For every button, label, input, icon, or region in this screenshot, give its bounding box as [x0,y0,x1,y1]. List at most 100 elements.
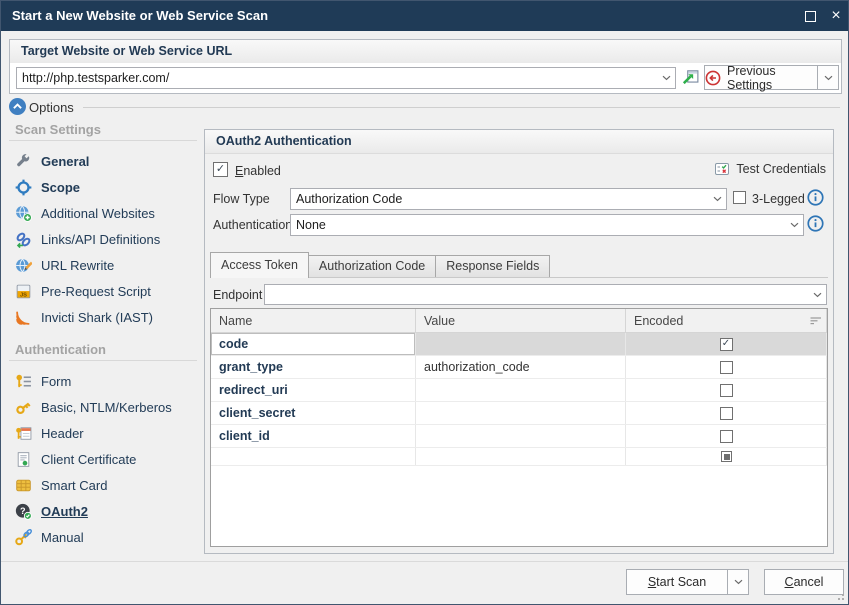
sidebar-item-smart-card[interactable]: Smart Card [9,472,197,498]
table-row-client-id[interactable]: client_id [211,425,827,448]
encoded-checkbox[interactable] [720,407,733,420]
column-header-name[interactable]: Name [211,309,416,332]
window-title: Start a New Website or Web Service Scan [12,8,268,23]
sidebar-item-invicti-shark[interactable]: Invicti Shark (IAST) [9,304,197,330]
param-name[interactable]: client_id [219,429,270,443]
flow-type-value [296,189,706,209]
test-credentials-button[interactable]: Test Credentials [714,161,826,177]
sidebar-item-links-api-definitions[interactable]: Links/API Definitions [9,226,197,252]
tab-response-fields[interactable]: Response Fields [435,255,550,278]
sidebar-item-oauth2[interactable]: ? OAuth2 [9,498,197,524]
start-scan-dropdown[interactable] [727,569,749,595]
sidebar-item-scope[interactable]: Scope [9,174,197,200]
sidebar-section-authentication: Authentication [15,342,106,357]
sidebar-item-basic-ntlm-kerberos[interactable]: Basic, NTLM/Kerberos [9,394,197,420]
encoded-checkbox[interactable] [720,384,733,397]
tab-authorization-code[interactable]: Authorization Code [308,255,436,278]
flow-type-info-icon[interactable] [807,189,824,206]
options-collapse-button[interactable] [9,98,26,115]
sidebar-item-url-rewrite[interactable]: URL Rewrite [9,252,197,278]
test-credentials-icon [714,161,730,177]
table-row-grant-type[interactable]: grant_type authorization_code [211,356,827,379]
param-name[interactable]: client_secret [219,406,295,420]
authentication-label: Authentication: [213,218,296,232]
oauth2-icon: ? [15,503,32,520]
target-url-group: Target Website or Web Service URL [9,39,842,94]
previous-settings-icon [705,70,721,86]
param-name[interactable]: code [219,337,248,351]
enabled-checkbox[interactable] [213,162,228,177]
sort-filter-icon[interactable] [810,317,822,325]
param-name[interactable]: redirect_uri [219,383,288,397]
close-icon: × [831,8,840,24]
column-header-value[interactable]: Value [416,309,626,332]
sidebar-divider [9,360,197,361]
encoded-checkbox[interactable] [720,338,733,351]
certificate-icon [15,451,32,468]
authentication-select[interactable] [290,214,804,236]
key-page-icon [15,425,32,442]
target-url-input[interactable] [22,68,655,88]
encoded-checkbox[interactable] [720,430,733,443]
encoded-checkbox[interactable] [720,361,733,374]
svg-text:JS: JS [20,292,27,298]
resize-grip[interactable] [837,593,845,601]
flow-type-label: Flow Type [213,192,270,206]
endpoint-combo[interactable] [264,284,827,305]
three-legged-checkbox[interactable] [733,191,746,204]
table-row-new[interactable] [211,448,827,466]
close-button[interactable]: × [822,1,849,31]
encoded-checkbox[interactable] [721,451,732,462]
sidebar-item-general[interactable]: General [9,148,197,174]
flow-type-select[interactable] [290,188,727,210]
previous-settings-dropdown[interactable] [817,65,839,90]
chevron-down-icon [734,579,743,585]
endpoint-label: Endpoint [213,288,262,302]
param-name[interactable]: grant_type [219,360,283,374]
table-row-redirect-uri[interactable]: redirect_uri [211,379,827,402]
column-header-encoded[interactable]: Encoded [626,309,827,332]
cancel-label: Cancel [785,575,824,589]
key-chain-icon [15,529,32,546]
shark-waves-icon [15,309,32,326]
sidebar-item-header[interactable]: Header [9,420,197,446]
title-bar: Start a New Website or Web Service Scan … [1,1,848,31]
target-url-combo[interactable] [16,67,676,89]
options-label: Options [29,100,74,115]
scope-target-icon [15,179,32,196]
sidebar-divider [9,140,197,141]
tab-access-token[interactable]: Access Token [210,252,309,278]
globe-pencil-icon [15,257,32,274]
authentication-info-icon[interactable] [807,215,824,232]
oauth2-panel: OAuth2 Authentication Enabled Test Crede… [204,129,834,554]
sidebar-item-pre-request-script[interactable]: JS Pre-Request Script [9,278,197,304]
table-row-client-secret[interactable]: client_secret [211,402,827,425]
target-url-group-header: Target Website or Web Service URL [10,40,841,64]
globe-plus-icon [15,205,32,222]
previous-settings-button[interactable]: Previous Settings [704,65,818,90]
target-url-body: Previous Settings [10,63,841,93]
start-scan-label: Start Scan [648,575,706,589]
param-value[interactable]: authorization_code [424,360,530,374]
sidebar-item-form[interactable]: Form [9,368,197,394]
script-icon: JS [15,283,32,300]
sidebar-item-additional-websites[interactable]: Additional Websites [9,200,197,226]
parameters-table: Name Value Encoded code grant_type autho… [210,308,828,547]
open-in-browser-button[interactable] [681,68,701,88]
sidebar-item-manual[interactable]: Manual [9,524,197,550]
chevron-down-icon[interactable] [713,196,722,202]
table-row-code[interactable]: code [211,333,827,356]
chevron-down-icon[interactable] [790,222,799,228]
chevron-down-icon[interactable] [662,75,671,81]
sidebar-item-client-certificate[interactable]: Client Certificate [9,446,197,472]
authentication-value [296,215,783,235]
chevron-down-icon [824,75,833,81]
enabled-label: Enabled [235,164,281,178]
maximize-button[interactable] [796,1,824,31]
chevron-down-icon[interactable] [813,292,822,298]
start-scan-button[interactable]: Start Scan [626,569,728,595]
wrench-icon [15,153,32,170]
endpoint-input[interactable] [270,285,806,304]
cancel-button[interactable]: Cancel [764,569,844,595]
table-header-row: Name Value Encoded [211,309,827,333]
